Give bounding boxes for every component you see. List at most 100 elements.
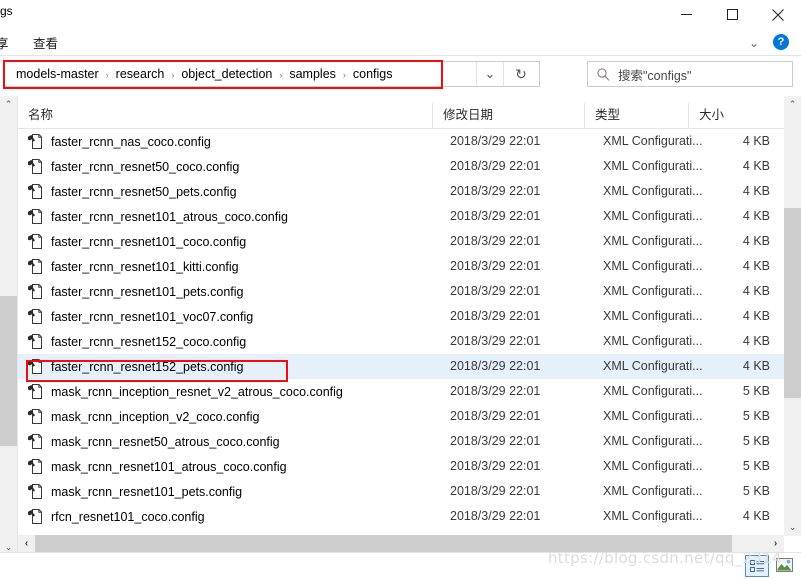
file-name-cell[interactable]: faster_rcnn_resnet101_pets.config [18, 279, 244, 304]
table-row[interactable]: rfcn_resnet101_coco.config 2018/3/29 22:0… [18, 504, 784, 529]
table-row[interactable]: faster_rcnn_resnet101_pets.config 2018/3/… [18, 279, 784, 304]
table-row[interactable]: mask_rcnn_resnet50_atrous_coco.config 201… [18, 429, 784, 454]
breadcrumb-item[interactable]: object_detection [178, 67, 275, 81]
maximize-button[interactable] [709, 0, 755, 29]
table-row[interactable]: mask_rcnn_resnet101_atrous_coco.config 20… [18, 454, 784, 479]
file-name-label: faster_rcnn_resnet101_voc07.config [51, 309, 254, 324]
file-list-scrollbar-thumb[interactable] [784, 208, 801, 398]
scroll-up-icon[interactable]: ⌃ [0, 96, 17, 113]
file-name-cell[interactable]: faster_rcnn_resnet101_kitti.config [18, 254, 239, 279]
file-type-cell: XML Configurati... [603, 284, 703, 298]
file-size-cell: 4 KB [742, 309, 770, 323]
search-input[interactable]: 搜索"configs" [618, 65, 691, 84]
close-button[interactable] [755, 0, 801, 29]
breadcrumb-item[interactable]: models-master [13, 67, 102, 81]
scroll-left-icon[interactable]: ‹ [18, 535, 35, 552]
file-date-cell: 2018/3/29 22:01 [450, 334, 541, 348]
file-date-cell: 2018/3/29 22:01 [450, 284, 541, 298]
file-name-label: faster_rcnn_resnet101_kitti.config [51, 259, 239, 274]
refresh-button[interactable]: ↻ [503, 62, 538, 86]
file-type-cell: XML Configurati... [603, 529, 703, 533]
chevron-down-icon: ⌄ [484, 66, 496, 81]
scroll-up-icon[interactable]: ⌃ [784, 96, 801, 113]
file-list-scrollbar[interactable]: ⌃ ⌄ [784, 96, 801, 536]
address-dropdown-button[interactable]: ⌄ [476, 62, 503, 86]
table-row[interactable]: faster_rcnn_resnet101_voc07.config 2018/3… [18, 304, 784, 329]
nav-pane-scrollbar[interactable]: ⌃ ⌄ [0, 96, 18, 556]
table-row[interactable]: faster_rcnn_nas_coco.config 2018/3/29 22:… [18, 129, 784, 154]
help-icon[interactable]: ? [773, 34, 789, 50]
table-row[interactable]: faster_rcnn_resnet152_coco.config 2018/3/… [18, 329, 784, 354]
file-name-cell[interactable]: faster_rcnn_resnet152_coco.config [18, 329, 246, 354]
config-file-icon [27, 133, 43, 150]
breadcrumb: models-master › research › object_detection ›… [5, 62, 396, 86]
config-file-icon [27, 384, 42, 399]
config-file-icon [27, 433, 43, 450]
file-name-label: faster_rcnn_nas_coco.config [51, 134, 211, 149]
file-size-cell: 4 KB [742, 509, 770, 523]
table-row[interactable]: mask_rcnn_inception_resnet_v2_atrous_coc… [18, 379, 784, 404]
table-row[interactable]: faster_rcnn_resnet50_coco.config 2018/3/2… [18, 154, 784, 179]
table-row[interactable]: rfcn_resnet101_pets.config 2018/3/29 22:0… [18, 529, 784, 533]
file-name-cell[interactable]: faster_rcnn_resnet152_pets.config [18, 354, 244, 379]
file-name-cell[interactable]: faster_rcnn_resnet50_pets.config [18, 179, 237, 204]
file-name-cell[interactable]: mask_rcnn_resnet101_atrous_coco.config [18, 454, 287, 479]
file-list[interactable]: faster_rcnn_nas_coco.config 2018/3/29 22:… [18, 129, 784, 533]
config-file-icon [27, 134, 42, 149]
file-name-label: faster_rcnn_resnet50_coco.config [51, 159, 240, 174]
file-name-cell[interactable]: faster_rcnn_resnet101_atrous_coco.config [18, 204, 288, 229]
minimize-button[interactable] [663, 0, 709, 29]
file-name-label: mask_rcnn_inception_resnet_v2_atrous_coc… [51, 384, 343, 399]
menu-divider [0, 55, 801, 56]
file-size-cell: 5 KB [742, 484, 770, 498]
config-file-icon [27, 284, 42, 299]
scroll-down-icon[interactable]: ⌄ [784, 519, 801, 536]
table-row[interactable]: faster_rcnn_resnet101_kitti.config 2018/3… [18, 254, 784, 279]
file-name-cell[interactable]: mask_rcnn_inception_resnet_v2_atrous_coc… [18, 379, 343, 404]
config-file-icon [27, 209, 42, 224]
file-name-cell[interactable]: faster_rcnn_resnet101_coco.config [18, 229, 246, 254]
file-name-label: mask_rcnn_inception_v2_coco.config [51, 409, 260, 424]
nav-scrollbar-thumb[interactable] [0, 296, 17, 446]
table-row[interactable]: mask_rcnn_resnet101_pets.config 2018/3/29… [18, 479, 784, 504]
file-type-cell: XML Configurati... [603, 509, 703, 523]
file-size-cell: 4 KB [742, 259, 770, 273]
table-row[interactable]: faster_rcnn_resnet50_pets.config 2018/3/2… [18, 179, 784, 204]
search-box[interactable]: 搜索"configs" [587, 61, 793, 87]
column-header-name[interactable]: 名称 [18, 103, 432, 128]
file-name-label: faster_rcnn_resnet101_atrous_coco.config [51, 209, 288, 224]
column-header-date[interactable]: 修改日期 [432, 103, 584, 128]
file-date-cell: 2018/3/29 22:01 [450, 134, 541, 148]
table-row[interactable]: faster_rcnn_resnet101_atrous_coco.config… [18, 204, 784, 229]
file-name-cell[interactable]: mask_rcnn_inception_v2_coco.config [18, 404, 259, 429]
file-name-cell[interactable]: rfcn_resnet101_pets.config [18, 529, 202, 533]
file-date-cell: 2018/3/29 22:01 [450, 409, 541, 423]
config-file-icon [27, 359, 42, 374]
file-name-label: faster_rcnn_resnet101_coco.config [51, 234, 247, 249]
column-header-type[interactable]: 类型 [584, 103, 688, 128]
file-name-cell[interactable]: mask_rcnn_resnet101_pets.config [18, 479, 242, 504]
file-name-cell[interactable]: faster_rcnn_resnet101_voc07.config [18, 304, 253, 329]
file-name-label: mask_rcnn_resnet101_atrous_coco.config [51, 459, 287, 474]
file-name-cell[interactable]: rfcn_resnet101_coco.config [18, 504, 205, 529]
table-row[interactable]: faster_rcnn_resnet152_pets.config 2018/3/… [18, 354, 784, 379]
file-name-cell[interactable]: faster_rcnn_nas_coco.config [18, 129, 211, 154]
file-type-cell: XML Configurati... [603, 209, 703, 223]
file-name-cell[interactable]: mask_rcnn_resnet50_atrous_coco.config [18, 429, 280, 454]
column-header-size[interactable]: 大小 [688, 103, 784, 128]
chevron-down-icon[interactable]: ⌄ [749, 36, 759, 50]
table-row[interactable]: faster_rcnn_resnet101_coco.config 2018/3/… [18, 229, 784, 254]
file-name-label: mask_rcnn_resnet50_atrous_coco.config [51, 434, 280, 449]
menu-item-view[interactable]: 查看 [33, 33, 58, 52]
file-type-cell: XML Configurati... [603, 334, 703, 348]
file-name-cell[interactable]: faster_rcnn_resnet50_coco.config [18, 154, 239, 179]
breadcrumb-item[interactable]: samples [286, 67, 339, 81]
config-file-icon [27, 408, 43, 425]
config-file-icon [27, 259, 42, 274]
address-bar[interactable]: models-master › research › object_detection ›… [4, 61, 540, 87]
menu-item-share[interactable]: 享 [0, 33, 9, 52]
breadcrumb-item[interactable]: configs [350, 67, 396, 81]
table-row[interactable]: mask_rcnn_inception_v2_coco.config 2018/3… [18, 404, 784, 429]
config-file-icon [27, 484, 42, 499]
breadcrumb-item[interactable]: research [113, 67, 168, 81]
